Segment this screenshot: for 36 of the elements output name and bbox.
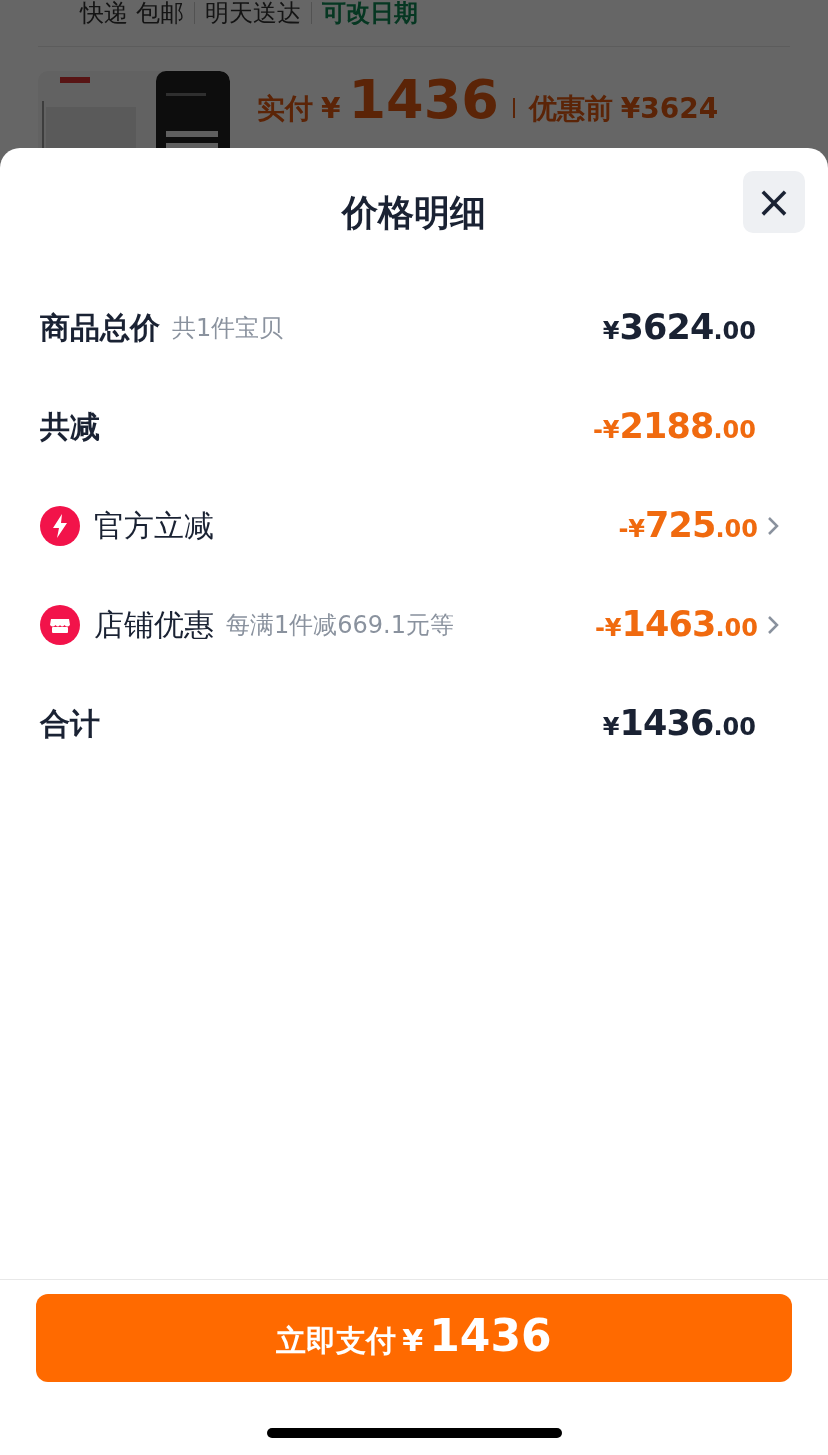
delivery-info: 明天送达: [204, 0, 301, 29]
price-cents: .00: [713, 415, 756, 447]
paid-label: 实付: [257, 91, 313, 127]
close-button[interactable]: ×: [743, 171, 805, 233]
row-label: 商品总价: [40, 309, 160, 347]
chevron-right-icon[interactable]: [766, 613, 780, 636]
price-cents: .00: [713, 317, 756, 348]
original-price: ¥3624: [620, 91, 719, 127]
price-amount: 725: [645, 504, 716, 548]
original-price-label: 优惠前: [528, 91, 613, 127]
price-currency: ¥: [602, 316, 620, 348]
price-amount: 1463: [621, 603, 716, 647]
delivery-info: 快递 包邮: [80, 0, 184, 29]
price-currency: -¥: [592, 415, 620, 447]
row-label: 合计: [40, 705, 100, 743]
row-note: 每满1件减669.1元等: [226, 609, 454, 641]
row-label: 共减: [40, 408, 100, 446]
price-currency: ¥: [602, 712, 620, 744]
price-currency: -¥: [594, 613, 622, 645]
chevron-right-icon[interactable]: [766, 514, 780, 537]
paid-currency: ¥: [321, 91, 341, 127]
sheet-title: 价格明细: [342, 191, 486, 235]
price-cents: .00: [713, 713, 756, 744]
price-amount: 1436: [619, 702, 714, 746]
price-amount: 3624: [619, 306, 714, 350]
row-note: 共1件宝贝: [172, 312, 284, 344]
paid-amount: 1436: [348, 73, 499, 127]
row-label: 官方立减: [94, 507, 214, 545]
price-currency: -¥: [618, 515, 646, 546]
row-label: 店铺优惠: [94, 606, 214, 644]
shop-icon: [40, 604, 80, 645]
delivery-info: 可改日期: [321, 0, 418, 29]
price-cents: .00: [715, 514, 758, 546]
price-cents: .00: [715, 613, 758, 645]
price-amount: 2188: [619, 405, 714, 449]
lightning-icon: [40, 505, 80, 546]
